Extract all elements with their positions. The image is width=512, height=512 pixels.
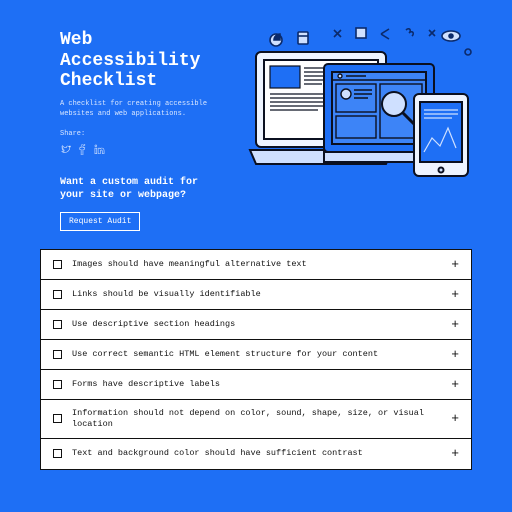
checklist-item[interactable]: Use descriptive section headings + [41,310,471,340]
audit-prompt-text: Want a custom audit for your site or web… [60,176,220,202]
hero-text-column: Web Accessibility Checklist A checklist … [60,30,220,231]
checklist-item[interactable]: Information should not depend on color, … [41,400,471,439]
expand-icon[interactable]: + [451,447,459,460]
share-icons-row [60,142,220,160]
hero-illustration-column [230,30,472,231]
checklist-item-text: Images should have meaningful alternativ… [72,259,441,270]
checklist-item-text: Use correct semantic HTML element struct… [72,349,441,360]
checkbox-icon[interactable] [53,350,62,359]
title-line-1: Web [60,30,92,50]
hero-section: Web Accessibility Checklist A checklist … [0,0,512,249]
request-audit-button[interactable]: Request Audit [60,212,140,231]
expand-icon[interactable]: + [451,348,459,361]
checklist-panel: Images should have meaningful alternativ… [40,249,472,470]
checklist-item-text: Forms have descriptive labels [72,379,441,390]
expand-icon[interactable]: + [451,288,459,301]
checkbox-icon[interactable] [53,320,62,329]
title-line-3: Checklist [60,71,157,91]
checklist-item[interactable]: Text and background color should have su… [41,439,471,469]
checklist-item[interactable]: Use correct semantic HTML element struct… [41,340,471,370]
checkbox-icon[interactable] [53,290,62,299]
checkbox-icon[interactable] [53,449,62,458]
expand-icon[interactable]: + [451,378,459,391]
checkbox-icon[interactable] [53,260,62,269]
page-title: Web Accessibility Checklist [60,30,220,92]
audit-cta-block: Want a custom audit for your site or web… [60,176,220,231]
checklist-item-text: Links should be visually identifiable [72,289,441,300]
checkbox-icon[interactable] [53,414,62,423]
facebook-icon[interactable] [77,142,88,160]
page-subtitle: A checklist for creating accessible webs… [60,100,220,120]
checklist-item[interactable]: Forms have descriptive labels + [41,370,471,400]
checklist-item[interactable]: Links should be visually identifiable + [41,280,471,310]
checklist-item-text: Text and background color should have su… [72,448,441,459]
checkbox-icon[interactable] [53,380,62,389]
expand-icon[interactable]: + [451,258,459,271]
checklist-item[interactable]: Images should have meaningful alternativ… [41,250,471,280]
checklist-item-text: Use descriptive section headings [72,319,441,330]
share-label: Share: [60,130,220,138]
twitter-icon[interactable] [60,142,71,160]
devices-illustration-icon [246,22,476,192]
expand-icon[interactable]: + [451,412,459,425]
linkedin-icon[interactable] [94,142,105,160]
title-line-2: Accessibility [60,51,200,71]
expand-icon[interactable]: + [451,318,459,331]
checklist-item-text: Information should not depend on color, … [72,408,441,430]
